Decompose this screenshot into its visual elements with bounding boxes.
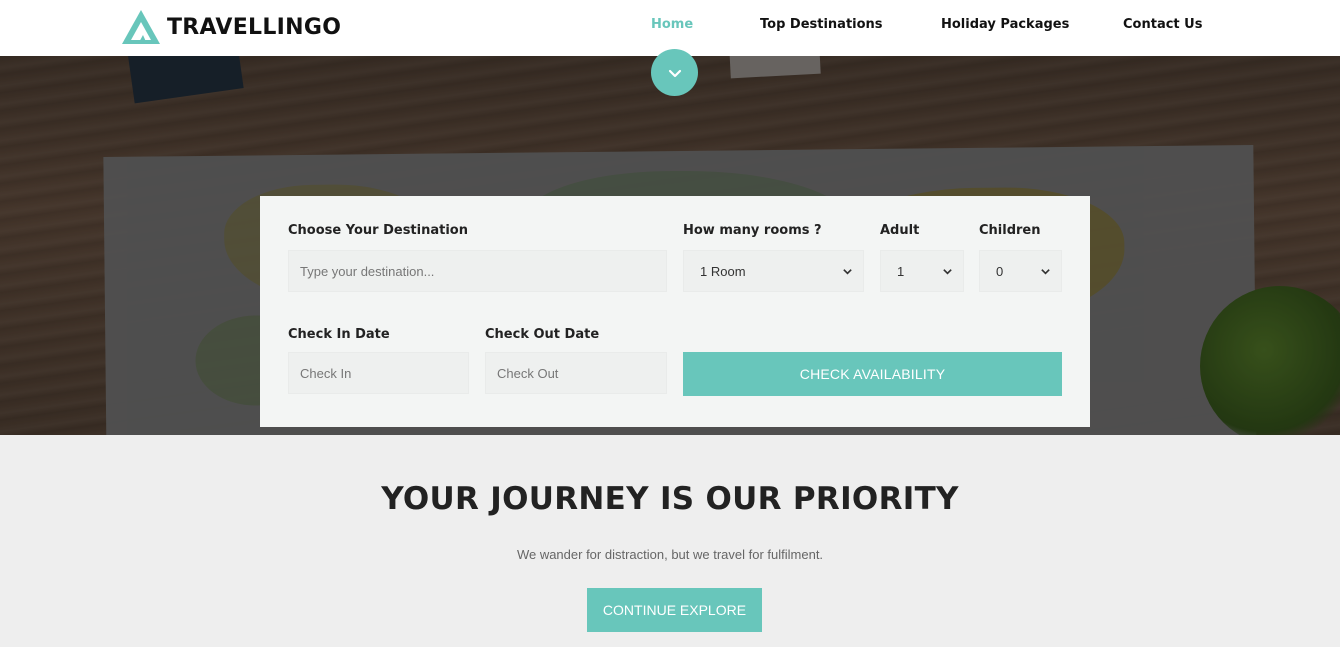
children-value: 0 [996,263,1004,279]
scroll-down-button[interactable] [651,49,698,96]
brand-name: TRAVELLINGO [167,14,342,40]
check-availability-button[interactable]: CHECK AVAILABILITY [683,352,1062,396]
chevron-down-icon [1041,268,1050,275]
checkout-label: Check Out Date [485,327,600,342]
checkout-input[interactable] [497,365,666,381]
intro-subline: We wander for distraction, but we travel… [516,547,824,562]
nav-holiday-packages[interactable]: Holiday Packages [941,17,1069,32]
logo-triangle-icon [122,10,160,44]
logo[interactable]: TRAVELLINGO [121,9,341,45]
checkin-field[interactable] [288,352,469,394]
chevron-down-icon [943,268,952,275]
checkin-label: Check In Date [288,327,390,342]
continue-explore-button[interactable]: CONTINUE EXPLORE [587,588,762,632]
nav-contact-us[interactable]: Contact Us [1123,17,1202,32]
nav-top-destinations[interactable]: Top Destinations [760,17,883,32]
adult-label: Adult [880,223,920,238]
nav-home[interactable]: Home [651,17,693,32]
headline-part-1: YOUR [381,481,491,517]
intro-section: YOUR JOURNEY IS OUR PRIORITY We wander f… [0,435,1340,647]
headline-emphasis: JOURNEY [490,481,649,517]
destination-label: Choose Your Destination [288,223,468,238]
chevron-down-icon [668,69,681,77]
chevron-down-icon [843,268,852,275]
headline-part-2: IS OUR PRIORITY [648,481,959,517]
destination-field[interactable] [288,250,667,292]
site-header: TRAVELLINGO Home Top Destinations Holida… [0,0,1340,56]
checkin-input[interactable] [300,365,468,381]
checkout-field[interactable] [485,352,667,394]
rooms-select[interactable]: 1 Room [683,250,864,292]
destination-input[interactable] [300,263,666,279]
booking-form: Choose Your Destination How many rooms ?… [260,196,1090,427]
adult-select[interactable]: 1 [880,250,964,292]
children-select[interactable]: 0 [979,250,1062,292]
adult-value: 1 [897,263,905,279]
children-label: Children [979,223,1041,238]
rooms-value: 1 Room [700,263,746,279]
intro-headline: YOUR JOURNEY IS OUR PRIORITY [0,481,1340,517]
rooms-label: How many rooms ? [683,223,822,238]
